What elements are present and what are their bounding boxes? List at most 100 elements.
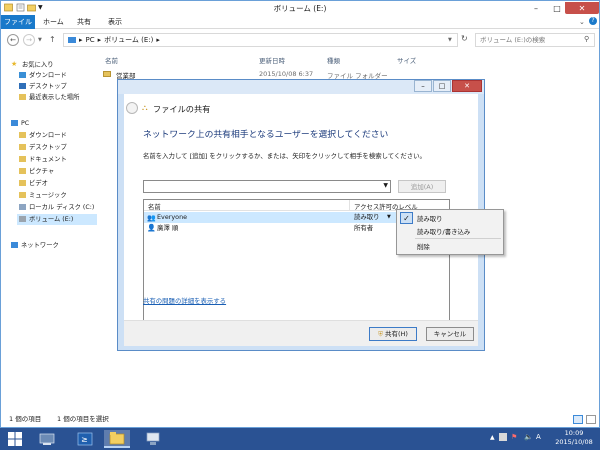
user-name-input[interactable]: ▼ [143, 180, 391, 193]
file-date: 2015/10/08 6:37 [259, 70, 314, 78]
ribbon-expand-icon[interactable]: ⌄ [579, 18, 585, 26]
menu-item-read[interactable]: 読み取り [417, 214, 443, 223]
add-button[interactable]: 追加(A) [398, 180, 446, 193]
tab-home[interactable]: ホーム [37, 15, 70, 29]
menu-item-remove[interactable]: 削除 [417, 242, 430, 251]
action-center-icon[interactable]: ⚑ [511, 433, 517, 441]
network-share-icon[interactable] [140, 430, 166, 448]
recent-dropdown-icon[interactable]: ▼ [38, 37, 42, 43]
entry-name: 廣澤 順 [157, 224, 179, 232]
selected-count: 1 個の項目を選択 [57, 415, 109, 423]
close-button[interactable]: ✕ [565, 2, 599, 14]
dialog-title-bar[interactable]: – □ ✕ [118, 80, 484, 94]
item-count: 1 個の項目 [9, 415, 42, 423]
dialog-instruction: 名前を入力して [追加] をクリックするか、または、矢印をクリックして相手を検索… [143, 152, 426, 160]
windows-logo-icon [8, 432, 22, 446]
title-bar[interactable]: ▼ ボリューム (E:) – □ ✕ [1, 1, 599, 15]
folder-icon [103, 71, 111, 77]
nav-pc[interactable]: PC [11, 118, 29, 129]
help-icon[interactable]: ? [589, 17, 597, 25]
nav-local-disk-c[interactable]: ローカル ディスク (C:) [19, 202, 94, 213]
column-date[interactable]: 更新日時 [259, 55, 285, 65]
nav-pc-videos[interactable]: ビデオ [19, 178, 48, 189]
nav-network[interactable]: ネットワーク [11, 240, 59, 251]
tray-app-icon[interactable] [499, 433, 507, 441]
nav-pc-pictures[interactable]: ピクチャ [19, 166, 54, 177]
permission-dropdown-icon[interactable]: ▼ [387, 212, 391, 223]
large-icons-view-icon[interactable] [586, 415, 596, 424]
file-explorer-icon[interactable] [104, 430, 130, 448]
show-hidden-icons-icon[interactable]: ▲ [490, 434, 495, 441]
column-divider [349, 200, 350, 211]
folder-icon [19, 132, 26, 138]
folder-icon [19, 180, 26, 186]
download-folder-icon [19, 72, 26, 78]
server-manager-icon[interactable] [34, 430, 60, 448]
folder-icon [19, 144, 26, 150]
breadcrumb-pc[interactable]: PC [86, 36, 95, 44]
recent-places-icon [19, 94, 26, 100]
search-input[interactable]: ボリューム (E:)の検索 [475, 33, 595, 47]
folder-icon [19, 192, 26, 198]
search-icon: ⚲ [584, 35, 590, 43]
nav-pc-documents[interactable]: ドキュメント [19, 154, 67, 165]
nav-volume-e[interactable]: ボリューム (E:) [17, 214, 97, 225]
star-icon: ★ [11, 60, 18, 68]
share-button[interactable]: ⛨ 共有(H) [369, 327, 417, 341]
navigation-pane: ★ お気に入り ダウンロード デスクトップ 最近表示した場所 PC ダウンロード … [1, 53, 99, 408]
nav-pc-downloads[interactable]: ダウンロード [19, 130, 67, 141]
permission-menu: ✓ 読み取り 読み取り/書き込み 削除 [396, 209, 504, 255]
refresh-icon[interactable]: ↻ [461, 34, 468, 43]
up-icon[interactable]: ↑ [49, 35, 56, 44]
address-bar[interactable]: ▸ PC ▸ ボリューム (E:) ▸ [63, 33, 458, 47]
ribbon-tabs: ファイル ホーム 共有 表示 ⌄ ? [1, 15, 599, 29]
list-column-name[interactable]: 名前 [148, 202, 161, 211]
dialog-back-button[interactable] [126, 102, 138, 114]
column-size[interactable]: サイズ [397, 55, 416, 65]
nav-pc-music[interactable]: ミュージック [19, 190, 67, 201]
tab-file[interactable]: ファイル [1, 15, 35, 29]
column-headers: 名前 更新日時 種類 サイズ [99, 51, 599, 67]
dialog-minimize-button[interactable]: – [414, 80, 432, 92]
share-problems-link[interactable]: 共有の問題の詳細を表示する [143, 296, 226, 305]
clock-time: 10:09 [564, 429, 584, 437]
volume-icon[interactable]: 🔈 [524, 433, 533, 441]
back-button[interactable]: ← [7, 34, 19, 46]
chevron-down-icon[interactable]: ▼ [383, 182, 388, 189]
column-name[interactable]: 名前 [105, 55, 118, 65]
powershell-icon[interactable]: ≥ [72, 430, 98, 448]
taskbar: ≥ ▲ ⚑ 🔈 A 10:09 2015/10/08 [0, 428, 600, 450]
start-button[interactable] [2, 430, 28, 448]
network-icon [11, 242, 18, 248]
breadcrumb-volume[interactable]: ボリューム (E:) [104, 35, 153, 45]
share-icon: ⛬ [142, 103, 148, 112]
address-row: ← → ▼ ↑ ▸ PC ▸ ボリューム (E:) ▸ ▼ ↻ ボリューム (E… [1, 29, 599, 51]
nav-fav-downloads[interactable]: ダウンロード [19, 70, 67, 81]
nav-favorites[interactable]: ★ お気に入り [11, 59, 53, 70]
nav-fav-desktop[interactable]: デスクトップ [19, 81, 67, 92]
tab-view[interactable]: 表示 [102, 15, 128, 29]
tab-share[interactable]: 共有 [71, 15, 97, 29]
nav-pc-desktop[interactable]: デスクトップ [19, 142, 67, 153]
nav-fav-recent[interactable]: 最近表示した場所 [19, 92, 79, 103]
svg-text:≥: ≥ [81, 435, 88, 444]
shield-icon: ⛨ [378, 330, 383, 338]
forward-button[interactable]: → [23, 34, 35, 46]
entry-permission: 所有者 [354, 224, 374, 232]
dialog-footer: ⛨ 共有(H) キャンセル [124, 320, 478, 346]
details-view-icon[interactable] [573, 415, 583, 424]
column-type[interactable]: 種類 [327, 55, 340, 65]
entry-permission[interactable]: 読み取り [354, 212, 380, 223]
dialog-close-button[interactable]: ✕ [452, 80, 482, 92]
menu-divider [415, 238, 501, 239]
menu-item-read-write[interactable]: 読み取り/書き込み [417, 227, 470, 236]
cancel-button[interactable]: キャンセル [426, 327, 474, 341]
pc-icon [11, 120, 18, 126]
ime-language[interactable]: A [536, 433, 541, 441]
dialog-maximize-button[interactable]: □ [433, 80, 451, 92]
chevron-right-icon: ▸ [79, 36, 83, 44]
address-dropdown-icon[interactable]: ▼ [448, 37, 452, 43]
clock[interactable]: 10:09 2015/10/08 [548, 429, 600, 447]
folder-icon [19, 156, 26, 162]
minimize-button[interactable]: – [525, 2, 547, 14]
